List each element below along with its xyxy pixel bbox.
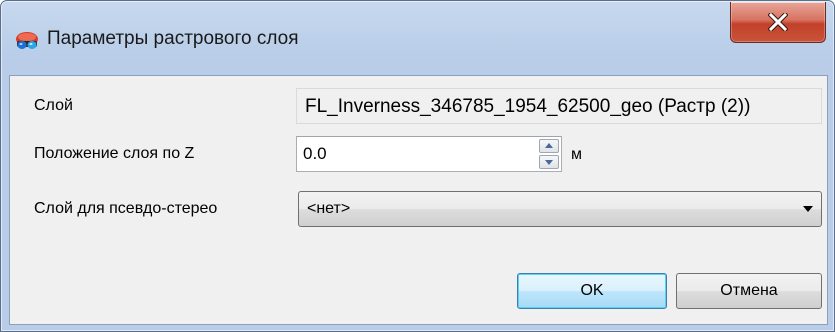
spin-up-arrow-icon[interactable] — [539, 139, 559, 153]
close-button[interactable] — [730, 2, 826, 43]
dialog-window: Параметры растрового слоя Слой FL_Invern… — [0, 0, 835, 332]
close-icon — [768, 13, 788, 31]
pseudo-stereo-dropdown[interactable]: <нет> — [298, 191, 822, 227]
spin-buttons — [539, 139, 559, 169]
title-bar[interactable]: Параметры растрового слоя — [1, 1, 834, 69]
stereo-glasses-icon — [16, 32, 38, 49]
window-title: Параметры растрового слоя — [47, 28, 299, 49]
ok-button[interactable]: OK — [517, 273, 667, 309]
dialog-content: Слой FL_Inverness_346785_1954_62500_geo … — [9, 75, 828, 325]
layer-name-field: FL_Inverness_346785_1954_62500_geo (Раст… — [296, 88, 822, 124]
pseudo-stereo-selected: <нет> — [307, 200, 351, 217]
z-position-input[interactable]: 0.0 — [303, 137, 327, 171]
z-unit-label: м — [571, 146, 582, 163]
cancel-button[interactable]: Отмена — [676, 273, 822, 309]
z-position-spinbox[interactable]: 0.0 — [296, 136, 562, 172]
z-position-label: Положение слоя по Z — [34, 145, 195, 162]
spin-down-arrow-icon[interactable] — [539, 155, 559, 169]
layer-label: Слой — [34, 97, 73, 114]
chevron-down-icon — [803, 206, 813, 212]
pseudo-stereo-label: Слой для псевдо-стерео — [34, 200, 218, 217]
